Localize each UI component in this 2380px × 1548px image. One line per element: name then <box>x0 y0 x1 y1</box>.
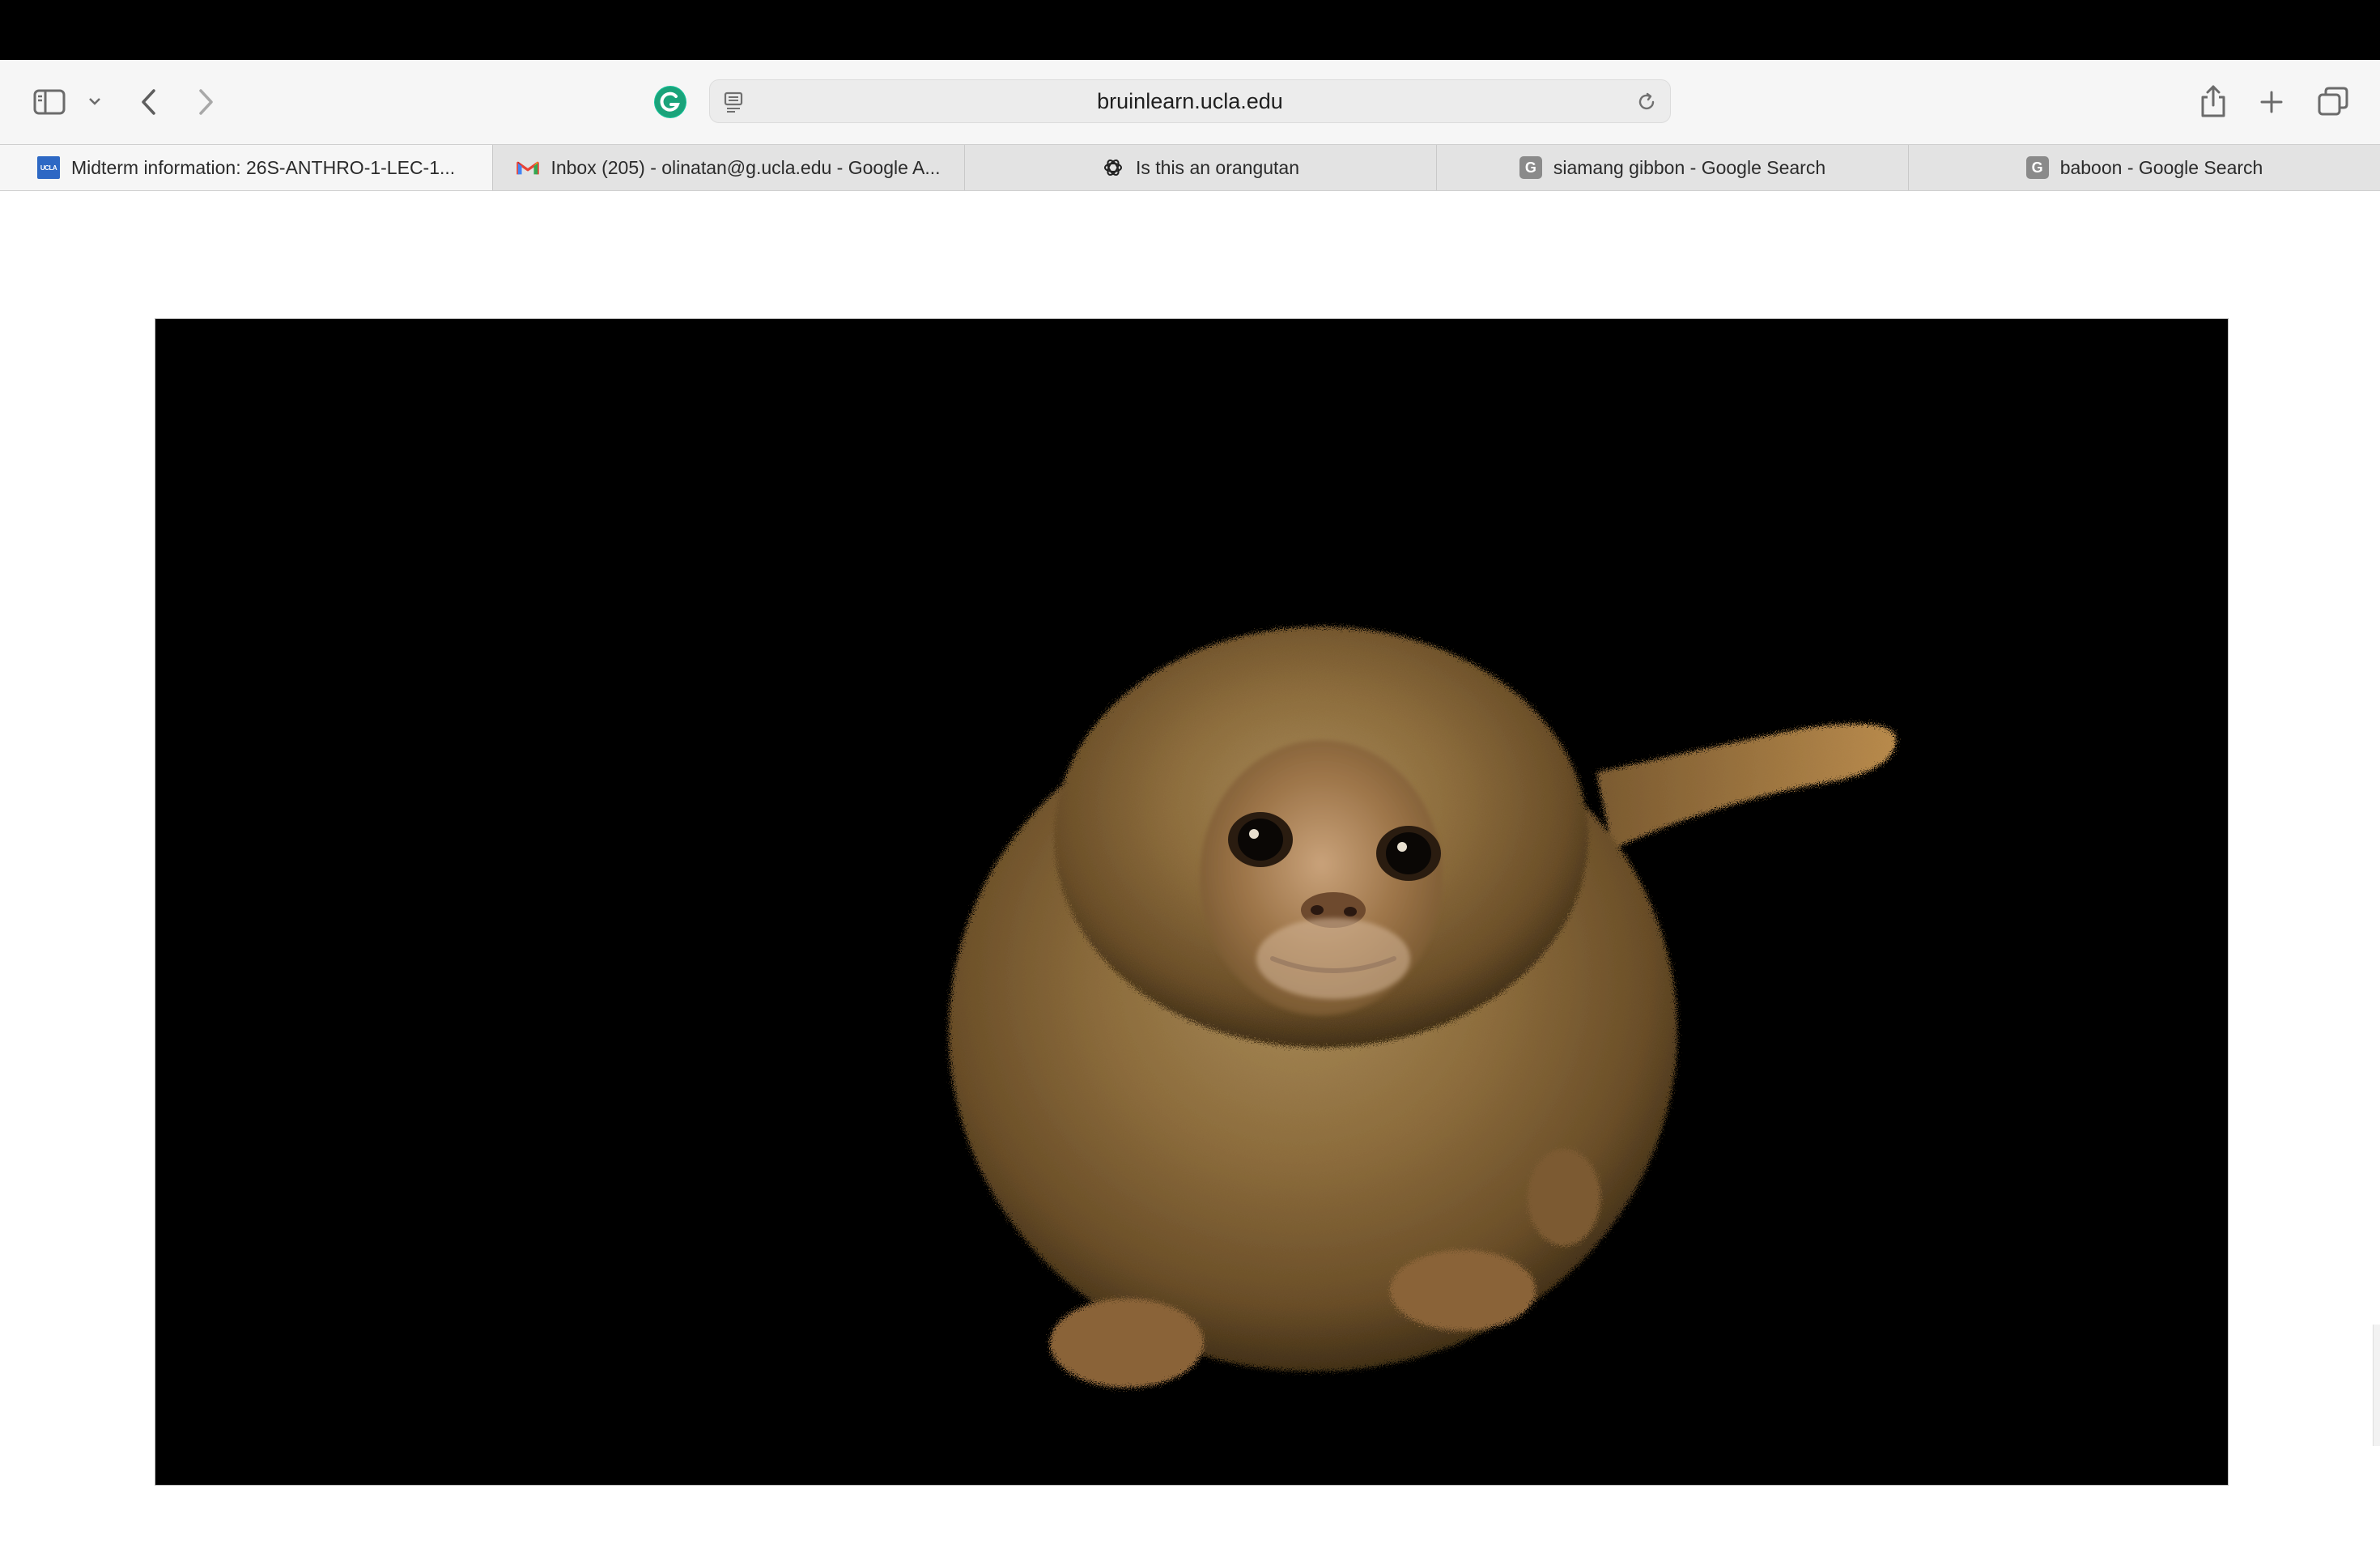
tab-midterm-information[interactable]: UCLA Midterm information: 26S-ANTHRO-1-L… <box>0 145 492 190</box>
tab-title: Is this an orangutan <box>1135 156 1300 178</box>
reload-button[interactable] <box>1634 90 1659 114</box>
system-menu-bar <box>0 0 2380 60</box>
sidebar-toggle-button[interactable] <box>29 84 70 120</box>
ucla-favicon-icon: UCLA <box>37 156 60 179</box>
forward-button[interactable] <box>189 84 222 120</box>
pygmy-marmoset-photo <box>155 319 2228 1485</box>
tab-title: baboon - Google Search <box>2059 156 2263 178</box>
chatgpt-icon <box>1102 156 1124 179</box>
address-url[interactable]: bruinlearn.ucla.edu <box>710 80 1670 122</box>
reload-icon <box>1638 92 1655 110</box>
google-g-icon: G <box>2025 156 2049 179</box>
tab-baboon-search[interactable]: G baboon - Google Search <box>1908 145 2380 190</box>
tab-title: Inbox (205) - olinatan@g.ucla.edu - Goog… <box>550 156 941 178</box>
tab-groups-dropdown[interactable] <box>84 89 105 113</box>
tab-gmail-inbox[interactable]: Inbox (205) - olinatan@g.ucla.edu - Goog… <box>492 145 964 190</box>
new-tab-button[interactable] <box>2254 84 2289 120</box>
new-tab-icon <box>2260 91 2283 113</box>
share-button[interactable] <box>2195 81 2231 121</box>
chevron-down-icon <box>89 98 100 105</box>
tab-overview-icon <box>2318 87 2348 116</box>
tab-title: Midterm information: 26S-ANTHRO-1-LEC-1.… <box>71 156 456 178</box>
tab-overview-button[interactable] <box>2314 83 2352 120</box>
tab-siamang-gibbon-search[interactable]: G siamang gibbon - Google Search <box>1436 145 1908 190</box>
gmail-icon <box>516 156 540 179</box>
sidebar-icon <box>33 89 66 115</box>
grammarly-icon <box>654 86 686 118</box>
tab-title: siamang gibbon - Google Search <box>1553 156 1826 178</box>
tab-chatgpt[interactable]: Is this an orangutan <box>964 145 1436 190</box>
scroll-edge[interactable] <box>2373 1325 2380 1446</box>
browser-toolbar: bruinlearn.ucla.edu <box>0 60 2380 144</box>
forward-icon <box>199 89 213 115</box>
back-button[interactable] <box>133 84 165 120</box>
tab-bar: UCLA Midterm information: 26S-ANTHRO-1-L… <box>0 144 2380 191</box>
page-content <box>0 191 2380 1548</box>
marmoset-illustration <box>949 627 1896 1388</box>
address-bar[interactable]: bruinlearn.ucla.edu <box>709 79 1671 123</box>
share-icon <box>2201 85 2225 117</box>
back-icon <box>142 89 155 115</box>
grammarly-button[interactable] <box>652 84 688 120</box>
google-g-icon: G <box>1519 156 1542 179</box>
